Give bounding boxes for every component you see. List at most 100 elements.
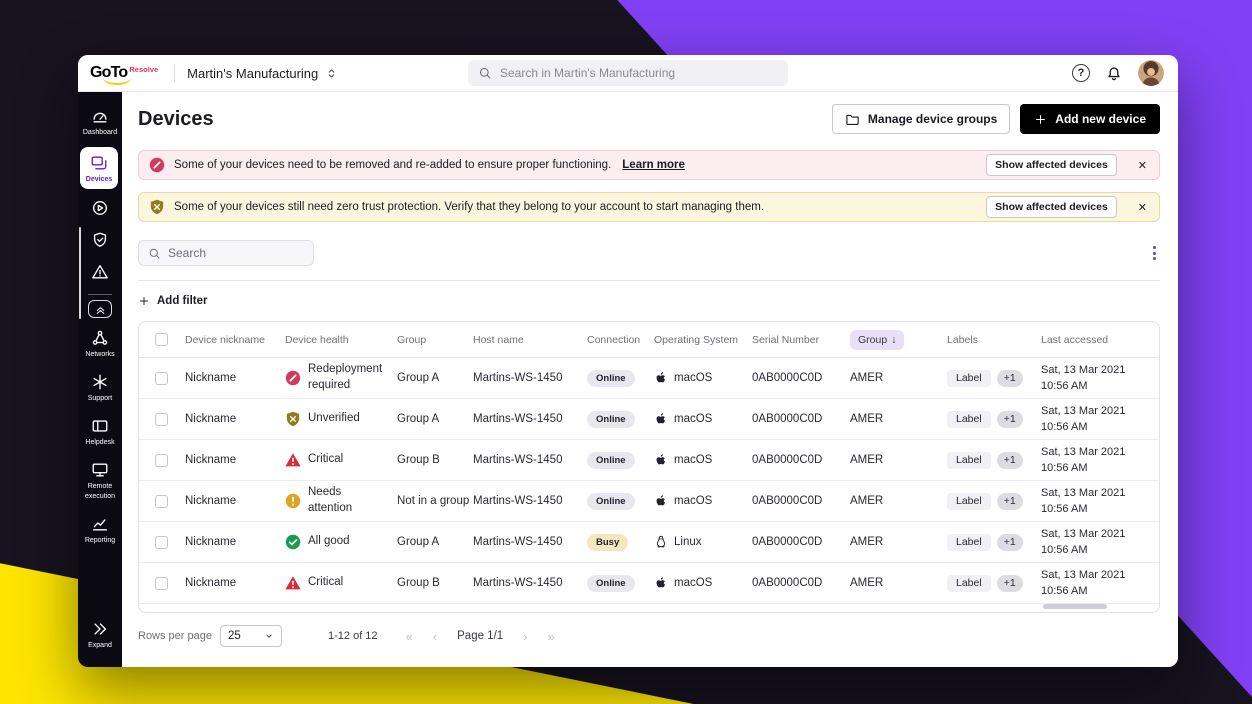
label-more-chip[interactable]: +1	[997, 370, 1023, 387]
column-labels[interactable]: Labels	[947, 334, 1041, 346]
sidebar-item-devices[interactable]: Devices	[80, 147, 118, 189]
label-chip[interactable]: Label	[947, 493, 991, 510]
label-chip[interactable]: Label	[947, 575, 991, 592]
label-more-chip[interactable]: +1	[997, 452, 1023, 469]
last-accessed: Sat, 13 Mar 2021 10:56 AM	[1041, 444, 1159, 477]
help-icon[interactable]: ?	[1072, 64, 1090, 82]
logo-product-text: Resolve	[129, 65, 158, 74]
sidebar-item-dashboard[interactable]: Dashboard	[80, 100, 120, 144]
apple-icon	[654, 412, 668, 426]
device-nickname: Nickname	[185, 577, 285, 589]
region-group: AMER	[850, 372, 947, 384]
banner-link[interactable]: Learn more	[622, 159, 685, 171]
row-checkbox[interactable]	[155, 536, 168, 549]
device-nickname: Nickname	[185, 372, 285, 384]
table-search-input[interactable]	[168, 246, 304, 260]
topbar: GoTo Resolve Martin's Manufacturing ?	[78, 55, 1178, 92]
account-switcher[interactable]: Martin's Manufacturing	[187, 66, 338, 81]
avatar[interactable]	[1138, 60, 1164, 86]
global-search-input[interactable]	[500, 66, 778, 80]
blocked-circle-icon	[285, 370, 301, 386]
sidebar-scrollbar[interactable]	[79, 227, 81, 319]
global-search[interactable]	[468, 60, 788, 86]
devices-table: Device nickname Device health Group Host…	[138, 321, 1160, 613]
label-more-chip[interactable]: +1	[997, 534, 1023, 551]
sidebar-item-support[interactable]: Support	[80, 366, 120, 410]
chevron-down-icon	[264, 631, 274, 641]
column-serial-number[interactable]: Serial Number	[752, 334, 850, 346]
sidebar-item-remote-support[interactable]	[80, 192, 120, 224]
close-icon[interactable]: ✕	[1136, 201, 1149, 214]
row-checkbox[interactable]	[155, 413, 168, 426]
table-body: Nickname Redeployment required Group A M…	[139, 358, 1159, 604]
sidebar-item-reporting[interactable]: Reporting	[80, 508, 120, 552]
collapse-button[interactable]	[88, 300, 112, 318]
networks-icon	[91, 329, 109, 347]
column-host-name[interactable]: Host name	[473, 334, 587, 346]
alert-banners: Some of your devices need to be removed …	[138, 150, 1160, 234]
add-filter-button[interactable]: Add filter	[138, 295, 207, 307]
column-operating-system[interactable]: Operating System	[654, 334, 752, 346]
next-page-button[interactable]: ›	[523, 629, 527, 644]
sidebar-item-protection[interactable]	[80, 224, 120, 256]
show-affected-devices-button[interactable]: Show affected devices	[986, 196, 1117, 218]
remote-execution-icon	[91, 461, 109, 479]
show-affected-devices-button[interactable]: Show affected devices	[986, 154, 1117, 176]
goto-logo[interactable]: GoTo Resolve	[90, 65, 158, 81]
manage-device-groups-button[interactable]: Manage device groups	[832, 104, 1010, 134]
table-row[interactable]: Nickname All good Group A Martins-WS-145…	[139, 522, 1159, 563]
prev-page-button[interactable]: ‹	[433, 629, 437, 644]
label-chip[interactable]: Label	[947, 370, 991, 387]
column-device-health[interactable]: Device health	[285, 334, 397, 346]
last-page-button[interactable]: »	[548, 629, 555, 644]
label-more-chip[interactable]: +1	[997, 493, 1023, 510]
host-name: Martins-WS-1450	[473, 454, 587, 466]
label-chip[interactable]: Label	[947, 534, 991, 551]
device-health-label: Redeployment required	[308, 362, 387, 393]
sidebar-item-alerts[interactable]	[80, 256, 120, 288]
table-row[interactable]: Nickname Needs attention Not in a group …	[139, 481, 1159, 522]
column-connection[interactable]: Connection	[587, 334, 654, 346]
row-checkbox[interactable]	[155, 577, 168, 590]
column-device-nickname[interactable]: Device nickname	[185, 334, 285, 346]
table-search[interactable]	[138, 240, 314, 266]
label-more-chip[interactable]: +1	[997, 411, 1023, 428]
org-name: Martin's Manufacturing	[187, 66, 318, 81]
notifications-bell-icon[interactable]	[1105, 64, 1123, 82]
label-chip[interactable]: Label	[947, 452, 991, 469]
rows-per-page-select[interactable]: 25	[220, 625, 282, 647]
sidebar-item-helpdesk[interactable]: Helpdesk	[80, 410, 120, 454]
region-group: AMER	[850, 495, 947, 507]
label-more-chip[interactable]: +1	[997, 575, 1023, 592]
row-checkbox[interactable]	[155, 454, 168, 467]
sidebar-expand-button[interactable]: Expand	[80, 613, 120, 657]
os-label: macOS	[674, 413, 712, 425]
os-label: macOS	[674, 577, 712, 589]
sidebar-item-remote-execution[interactable]: Remote execution	[80, 454, 120, 507]
row-checkbox[interactable]	[155, 495, 168, 508]
table-row[interactable]: Nickname Critical Group B Martins-WS-145…	[139, 440, 1159, 481]
horizontal-scrollbar[interactable]	[1043, 604, 1107, 609]
shield-check-icon	[91, 231, 109, 249]
label-chip[interactable]: Label	[947, 411, 991, 428]
table-row[interactable]: Nickname Redeployment required Group A M…	[139, 358, 1159, 399]
row-checkbox[interactable]	[155, 372, 168, 385]
sort-desc-icon: ↓	[891, 334, 896, 346]
column-last-accessed[interactable]: Last accessed	[1041, 334, 1159, 346]
search-icon	[478, 66, 492, 80]
add-new-device-button[interactable]: Add new device	[1020, 104, 1160, 134]
column-group[interactable]: Group	[397, 334, 473, 346]
first-page-button[interactable]: «	[406, 629, 413, 644]
column-group-sorted[interactable]: Group ↓	[850, 330, 947, 350]
last-accessed: Sat, 13 Mar 2021 10:56 AM	[1041, 567, 1159, 600]
table-row[interactable]: Nickname Unverified Group A Martins-WS-1…	[139, 399, 1159, 440]
table-row[interactable]: Nickname Critical Group B Martins-WS-145…	[139, 563, 1159, 604]
attention-circle-icon	[285, 493, 301, 509]
chevrons-right-icon	[91, 620, 109, 638]
sidebar-item-networks[interactable]: Networks	[80, 322, 120, 366]
device-group: Group A	[397, 536, 473, 548]
logo-swoosh-icon	[103, 77, 131, 85]
close-icon[interactable]: ✕	[1136, 159, 1149, 172]
more-options-icon[interactable]	[1149, 242, 1160, 264]
select-all-checkbox[interactable]	[155, 333, 168, 346]
